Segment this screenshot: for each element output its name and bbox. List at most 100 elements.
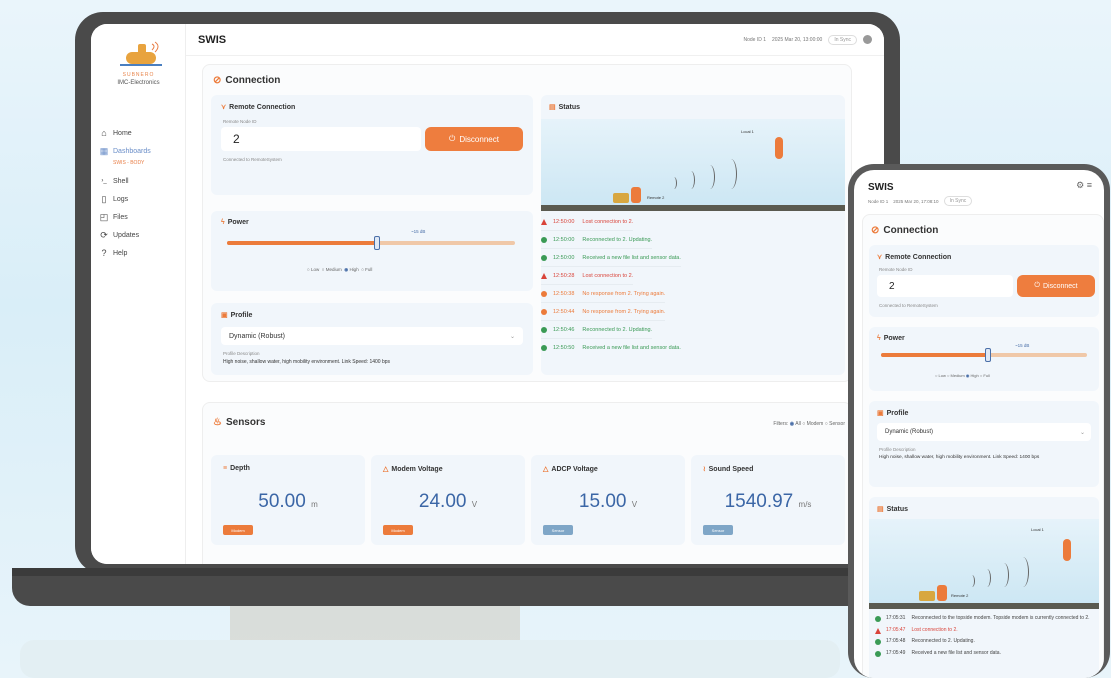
submarine-logo-icon xyxy=(120,41,162,66)
power-slider-handle[interactable] xyxy=(374,236,380,250)
profile-desc-label: Profile Description xyxy=(223,351,260,356)
surface-buoy-icon xyxy=(1063,539,1071,561)
radio-low[interactable]: Low xyxy=(311,267,319,272)
phone-power-radios[interactable]: ○ Low ○ Medium ◉ High ○ Full xyxy=(935,373,990,378)
phone-title: SWIS xyxy=(868,182,894,193)
status-dot-icon xyxy=(541,345,547,351)
nav-label: Home xyxy=(113,129,132,137)
profile-select[interactable]: Dynamic (Robust) ⌄ xyxy=(221,327,523,345)
phone-log-list: 17:05:31 Reconnected to the topside modem… xyxy=(875,615,1095,657)
power-heading: ϟ Power xyxy=(221,219,249,226)
brand-subtitle: IMC-Electronics xyxy=(117,80,160,86)
phone-screen: SWIS ⚙ ≡ Node ID 1 2025 Mar 20, 17:08:10 I… xyxy=(854,170,1104,678)
log-time: 12:50:50 xyxy=(553,345,575,351)
log-text: Lost connection to 2. xyxy=(582,218,634,225)
header-right: Node ID 1 2025 Mar 20, 13:00:00 In Sync xyxy=(743,34,872,45)
brand-name: SUBNERO xyxy=(122,72,155,78)
radio-medium[interactable]: Medium xyxy=(326,267,342,272)
phone-disconnect-button[interactable]: ⏻ Disconnect xyxy=(1017,275,1095,297)
phone-status-heading: ▤ Status xyxy=(877,505,909,514)
seabed-modem-icon xyxy=(631,187,641,203)
nav-subitem-swis[interactable]: SWIS - BODY xyxy=(99,160,183,172)
power-radio-group[interactable]: ○ Low ○ Medium ◉ High ○ Full xyxy=(307,267,372,273)
log-row: 12:50:00 Lost connection to 2. xyxy=(541,213,634,231)
log-text: Reconnected to 2. Updating. xyxy=(582,236,653,243)
sensor-filters: Filters: ◉ All ○ Modem ○ Sensor xyxy=(773,421,845,427)
sensor-value: 24.00 V xyxy=(418,491,478,512)
nav-label: Updates xyxy=(113,231,140,239)
nav-item-home[interactable]: ⌂ Home xyxy=(99,124,183,142)
seabed xyxy=(869,603,1099,609)
log-text: Reconnected to 2. Updating. xyxy=(582,326,653,333)
nav-label: Files xyxy=(113,213,128,221)
sensor-tag: Sensor xyxy=(703,525,733,535)
status-dot-icon xyxy=(541,254,547,261)
sensor-card-sound-speed[interactable]: ≀ Sound Speed 1540.97 m/s Sensor xyxy=(691,455,845,545)
profile-heading: ▣ Profile xyxy=(221,311,253,320)
log-row: 17:05:47 Lost connection to 2. xyxy=(875,627,1095,635)
sensor-card-modem-voltage[interactable]: △ Modem Voltage 24.00 V Modem xyxy=(371,455,525,545)
phone-profile-select[interactable]: Dynamic (Robust) ⌄ xyxy=(877,423,1091,441)
status-icon: ▤ xyxy=(549,104,556,111)
sensor-card-depth[interactable]: ≡ Depth 50.00 m Modem xyxy=(211,455,365,545)
radio-full[interactable]: Full xyxy=(365,267,372,272)
phone-profile-desc-label: Profile Description xyxy=(879,447,916,452)
power-marker-label: ~15 dB xyxy=(411,229,426,234)
phone-power-handle[interactable] xyxy=(985,348,991,362)
help-icon: ? xyxy=(101,248,107,258)
phone-power-card: ϟ Power ~15 dB ○ Low ○ Medium ◉ High ○ Fu… xyxy=(869,327,1099,391)
nav-list: ⌂ Home ▦ Dashboards SWIS - BODY ›_ Shell ▯ L… xyxy=(99,124,183,262)
sensor-icon: ♨ xyxy=(213,417,222,428)
radio-high[interactable]: High xyxy=(349,267,358,272)
profile-description: High noise, shallow water, high mobility… xyxy=(223,359,391,365)
phone-menu-icon[interactable]: ⚙ ≡ xyxy=(1076,180,1092,191)
log-time: 12:50:00 xyxy=(553,218,575,225)
signal-wave-icon xyxy=(983,569,991,587)
profile-title: Profile xyxy=(230,311,253,319)
phone-profile-card: ▣ Profile Dynamic (Robust) ⌄ Profile Descr… xyxy=(869,401,1099,487)
sensor-tag: Modem xyxy=(383,525,413,535)
power-slider-fill xyxy=(227,241,377,245)
bolt-icon: ϟ xyxy=(877,335,881,342)
nav-item-files[interactable]: ◰ Files xyxy=(99,208,183,226)
log-row: 12:50:46 Reconnected to 2. Updating. xyxy=(541,321,653,339)
phone-remote-input[interactable]: 2 xyxy=(877,275,1013,297)
seabed xyxy=(541,205,845,211)
connection-panel: ⊘ Connection ⋎ Remote Connection Remote No… xyxy=(202,64,852,382)
sensor-unit: m xyxy=(311,500,318,509)
signal-wave-icon xyxy=(725,159,737,189)
link-icon: ⊘ xyxy=(871,225,880,236)
sensor-card-adcp-voltage[interactable]: △ ADCP Voltage 15.00 V Sensor xyxy=(531,455,685,545)
nav-item-dashboards[interactable]: ▦ Dashboards xyxy=(99,142,183,160)
phone-profile-heading: ▣ Profile xyxy=(877,409,909,418)
log-row: 17:05:48 Reconnected to 2. Updating. xyxy=(875,638,1095,646)
nav-item-shell[interactable]: ›_ Shell xyxy=(99,172,183,190)
nav-item-updates[interactable]: ⟳ Updates xyxy=(99,226,183,244)
nav-item-logs[interactable]: ▯ Logs xyxy=(99,190,183,208)
sensor-unit: m/s xyxy=(798,500,812,509)
signal-wave-icon xyxy=(687,171,695,189)
filter-sensor[interactable]: Sensor xyxy=(829,421,845,427)
phone-connection-note: Connected to RemoteSystem xyxy=(879,303,938,308)
antenna-icon: ⋎ xyxy=(221,104,227,111)
seabed-modem-icon xyxy=(937,585,947,601)
log-row: 12:50:38 No response from 2. Trying again… xyxy=(541,285,666,303)
profile-icon: ▣ xyxy=(221,312,228,319)
phone-status-card: ▤ Status Local 1 Remote 2 17:05:31 Reconne… xyxy=(869,497,1099,678)
filter-label: Filters: xyxy=(773,421,789,427)
status-title: Status xyxy=(558,103,581,111)
nav-item-help[interactable]: ? Help xyxy=(99,244,183,262)
power-icon: ⏻ xyxy=(1034,282,1040,289)
log-time: 12:50:46 xyxy=(553,326,575,333)
node-id: Node ID 1 xyxy=(743,36,766,43)
settings-gear-icon[interactable] xyxy=(863,35,872,44)
top-bar: SWIS Node ID 1 2025 Mar 20, 13:00:00 In … xyxy=(186,24,884,56)
filter-modem[interactable]: Modem xyxy=(807,421,824,427)
chevron-down-icon: ⌄ xyxy=(509,333,515,340)
datetime: 2025 Mar 20, 13:00:00 xyxy=(771,36,823,43)
link-icon: ⊘ xyxy=(213,75,222,86)
remote-node-input[interactable]: 2 xyxy=(221,127,421,151)
remote-connection-card: ⋎ Remote Connection Remote Node ID 2 ⏻ Dis… xyxy=(211,95,533,195)
disconnect-button[interactable]: ⏻ Disconnect xyxy=(425,127,523,151)
filter-all[interactable]: All xyxy=(795,421,801,427)
